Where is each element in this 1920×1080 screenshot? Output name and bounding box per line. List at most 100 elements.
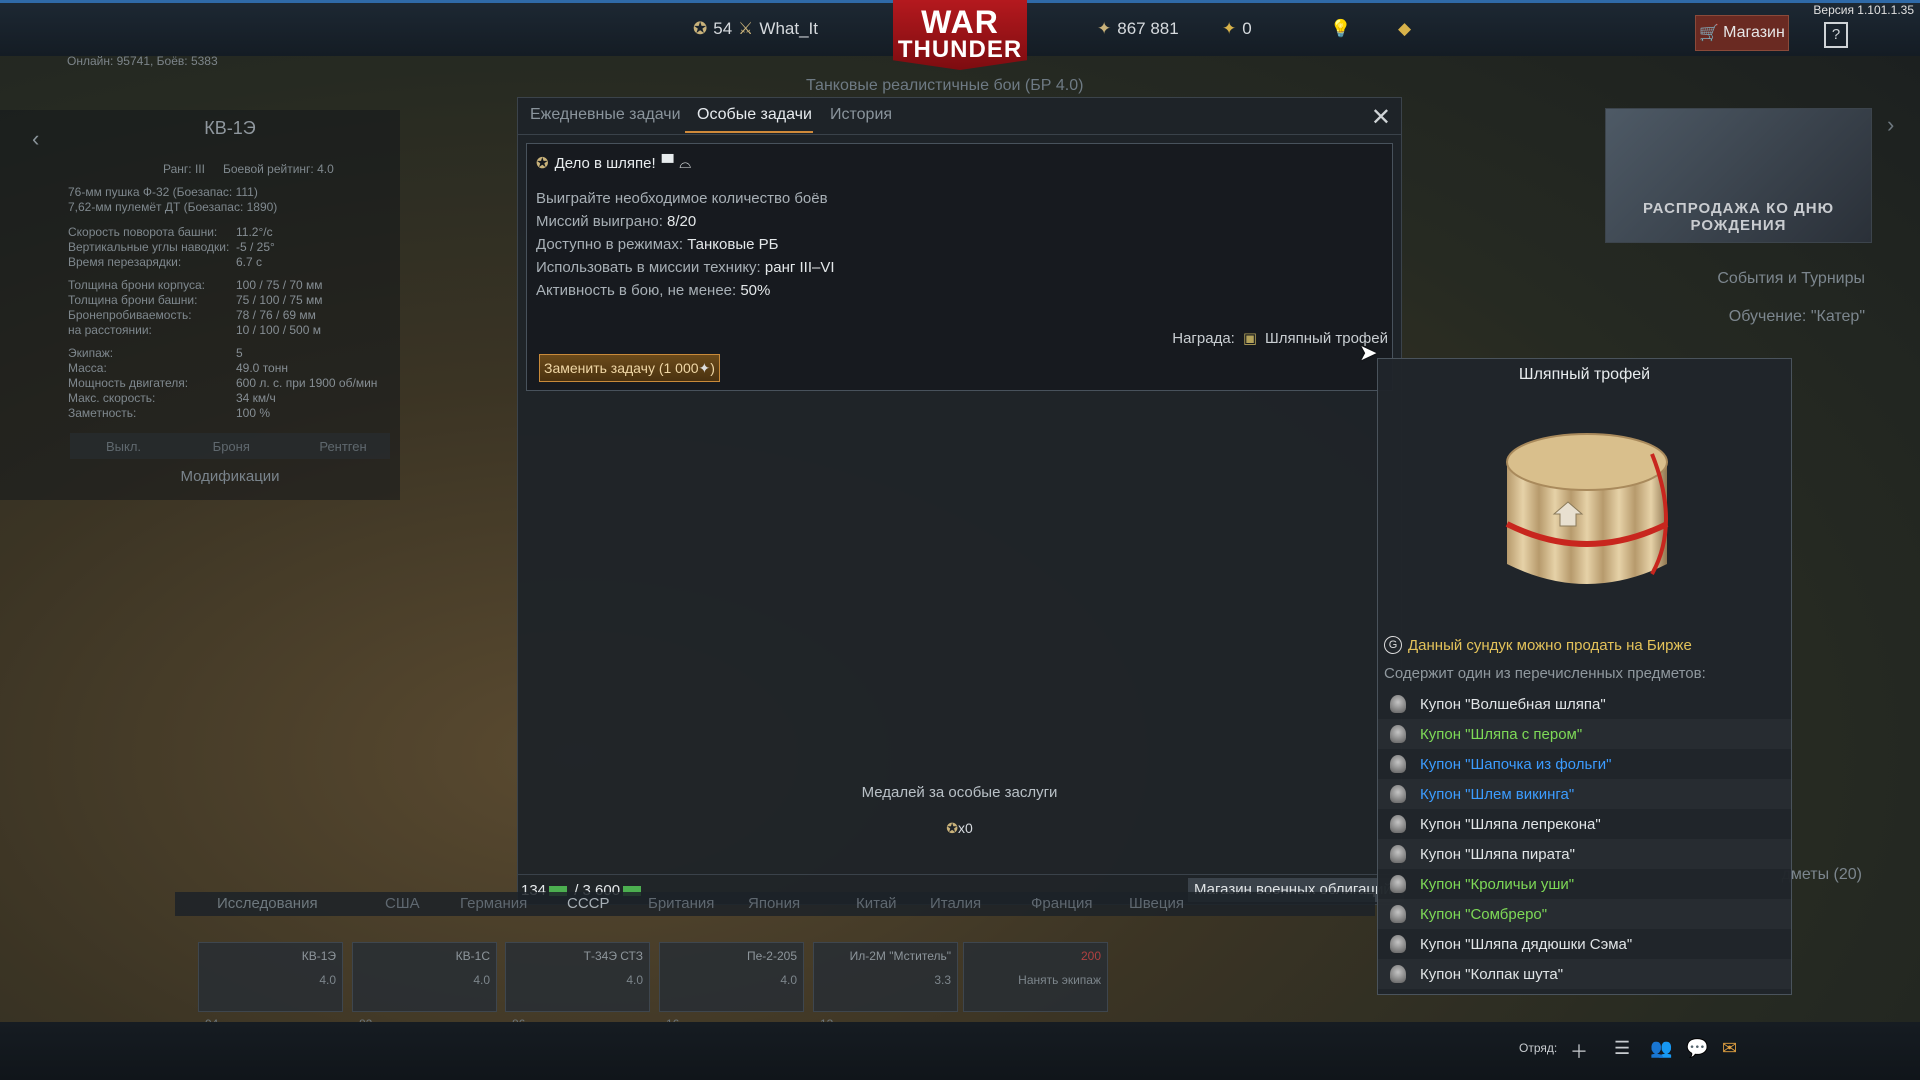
hat-brim-icon: ⌓ (679, 154, 692, 172)
player-name: What_It (759, 19, 819, 38)
replace-task-button[interactable]: Заменить задачу (1 000✦) (539, 354, 720, 382)
mail-icon[interactable]: ✉ (1722, 1038, 1737, 1059)
nation-tab[interactable]: США (385, 895, 420, 912)
mouse-cursor-icon: ➤ (1359, 340, 1378, 365)
lightbulb-icon[interactable]: 💡 (1330, 19, 1351, 39)
chest-icon: ▣ (1242, 329, 1258, 347)
vehicle-slot[interactable]: Т-34Э СТЗ4.086 (505, 942, 650, 1031)
vehicle-slot-br: 4.0 (319, 973, 336, 987)
coupon-name: Купон "Шляпа лепрекона" (1420, 815, 1601, 833)
tasks-tabs: Ежедневные задачи Особые задачи История … (518, 98, 1401, 135)
coupon-icon (1390, 695, 1406, 713)
stat-value: 100 / 75 / 70 мм (236, 278, 323, 292)
view-off-tab[interactable]: Выкл. (70, 433, 177, 459)
nation-tab[interactable]: Франция (1031, 895, 1092, 912)
stat-value: 11.2°/с (236, 225, 273, 239)
coupon-name: Купон "Сомбреро" (1420, 905, 1548, 923)
stat-label: на расстоянии: (68, 323, 152, 337)
nation-tab[interactable]: Британия (648, 895, 714, 912)
stat-label: Время перезарядки: (68, 255, 182, 269)
gold-eagle-icon: ✦ (1222, 19, 1237, 39)
vehicle-slot[interactable]: КВ-1Э4.094 (198, 942, 343, 1031)
stat-value: 34 км/ч (236, 391, 276, 405)
nation-tab[interactable]: Япония (748, 895, 800, 912)
help-button[interactable]: ? (1824, 22, 1848, 48)
battle-rating: Боевой рейтинг: 4.0 (223, 162, 334, 176)
vehicle-slot[interactable]: КВ-1С4.082 (352, 942, 497, 1031)
nation-tab[interactable]: СССР (567, 895, 610, 912)
chat-icon[interactable]: 💬 (1686, 1038, 1708, 1059)
contains-label: Содержит один из перечисленных предметов… (1384, 665, 1706, 682)
events-link[interactable]: События и Турниры (1717, 270, 1865, 288)
vehicle-slot[interactable]: Ил-2М "Мститель"3.313 (813, 942, 958, 1031)
activity-requirement: Активность в бою, не менее: 50% (536, 282, 771, 299)
task-card: ✪ Дело в шляпе! ▀ ⌓ Выиграйте необходимо… (526, 143, 1393, 391)
coupon-item[interactable]: Купон "Шляпа дядюшки Сэма" (1378, 929, 1791, 959)
research-bar: Исследования США Германия СССР Британия Япон… (175, 892, 1375, 916)
coupon-item[interactable]: Купон "Шляпа лепрекона" (1378, 809, 1791, 839)
silver-lions[interactable]: ✦ 867 881 (1097, 19, 1179, 39)
game-mode-selector[interactable]: Танковые реалистичные бои (БР 4.0) (806, 77, 1083, 95)
player-profile[interactable]: ✪ 54 ⚔ What_It (693, 19, 818, 39)
list-icon[interactable]: ☰ (1614, 1038, 1630, 1059)
reward-tooltip: Шляпный трофей G Данный сундук можно про… (1377, 358, 1792, 995)
market-icon: G (1384, 636, 1402, 654)
gold-amount: 0 (1242, 19, 1252, 38)
stat-value: 100 % (236, 406, 271, 420)
tab-history[interactable]: История (830, 106, 892, 124)
items-link[interactable]: дметы (20) (1782, 866, 1862, 884)
stat-value: 49.0 тонн (236, 361, 288, 375)
stat-label: Масса: (68, 361, 107, 375)
vehicle-slot-name: Пе-2-205 (747, 949, 797, 963)
cart-icon: 🛒 (1699, 25, 1720, 42)
view-xray-tab[interactable]: Рентген (283, 433, 390, 459)
coupon-name: Купон "Шлем викинга" (1420, 785, 1575, 803)
nation-tab[interactable]: Китай (856, 895, 897, 912)
coupon-item[interactable]: Купон "Шляпа пирата" (1378, 839, 1791, 869)
modifications-button[interactable]: Модификации (70, 468, 390, 485)
view-armor-tab[interactable]: Броня (177, 433, 284, 459)
coupon-item[interactable]: Купон "Шляпа с пером" (1378, 719, 1791, 749)
tab-special-tasks[interactable]: Особые задачи (697, 106, 812, 124)
premium-icon[interactable]: ◆ (1398, 19, 1411, 39)
coupon-item[interactable]: Купон "Кроличьи уши" (1378, 869, 1791, 899)
tab-daily-tasks[interactable]: Ежедневные задачи (530, 106, 681, 124)
hatbox-image (1505, 433, 1669, 584)
coupon-name: Купон "Шляпа с пером" (1420, 725, 1583, 743)
crossed-swords-icon: ⚔ (738, 19, 754, 39)
player-rank: 54 (713, 19, 733, 38)
nation-tab[interactable]: Италия (930, 895, 981, 912)
chevron-right-icon[interactable]: › (1887, 112, 1894, 138)
contacts-icon[interactable]: 👥 (1650, 1038, 1672, 1059)
shop-button[interactable]: 🛒 Магазин (1695, 15, 1789, 51)
silver-eagle-icon: ✦ (698, 361, 711, 377)
task-reward[interactable]: Награда: ▣ Шляпный трофей (1172, 329, 1388, 347)
nation-tab[interactable]: Швеция (1129, 895, 1184, 912)
coupon-item[interactable]: Купон "Сомбреро" (1378, 899, 1791, 929)
medal-icon: ✪ (536, 154, 549, 172)
missions-won: Миссий выиграно: 8/20 (536, 213, 697, 230)
research-label[interactable]: Исследования (217, 895, 318, 912)
golden-eagles[interactable]: ✦ 0 (1222, 19, 1252, 39)
hat-icon: ▀ (661, 154, 674, 172)
coupon-item[interactable]: Купон "Шапочка из фольги" (1378, 749, 1791, 779)
coupon-item[interactable]: Купон "Колпак шута" (1378, 959, 1791, 989)
rank-icon: ✪ (693, 19, 708, 39)
birthday-sale-banner[interactable]: РАСПРОДАЖА КО ДНЮ РОЖДЕНИЯ (1605, 108, 1872, 243)
coupon-item[interactable]: Купон "Волшебная шляпа" (1378, 689, 1791, 719)
training-link[interactable]: Обучение: "Катер" (1729, 308, 1865, 326)
coupon-name: Купон "Кроличьи уши" (1420, 875, 1575, 893)
vehicle-slot-br: 4.0 (473, 973, 490, 987)
stat-label: Бронепробиваемость: (68, 308, 192, 322)
hire-crew-slot[interactable]: 200 Нанять экипаж (963, 942, 1108, 1012)
vehicle-slot-name: КВ-1С (455, 949, 490, 963)
coupon-name: Купон "Шляпа пирата" (1420, 845, 1575, 863)
add-squad-icon[interactable]: ＋ (1570, 1038, 1588, 1064)
view-mode-tabs: Выкл. Броня Рентген (70, 433, 390, 459)
active-tab-indicator (685, 131, 813, 133)
nation-tab[interactable]: Германия (460, 895, 527, 912)
close-icon[interactable]: ✕ (1371, 103, 1391, 132)
coupon-item[interactable]: Купон "Шлем викинга" (1378, 779, 1791, 809)
vehicle-slot[interactable]: Пе-2-2054.016 (659, 942, 804, 1031)
war-thunder-logo[interactable]: WAR THUNDER (893, 0, 1027, 70)
